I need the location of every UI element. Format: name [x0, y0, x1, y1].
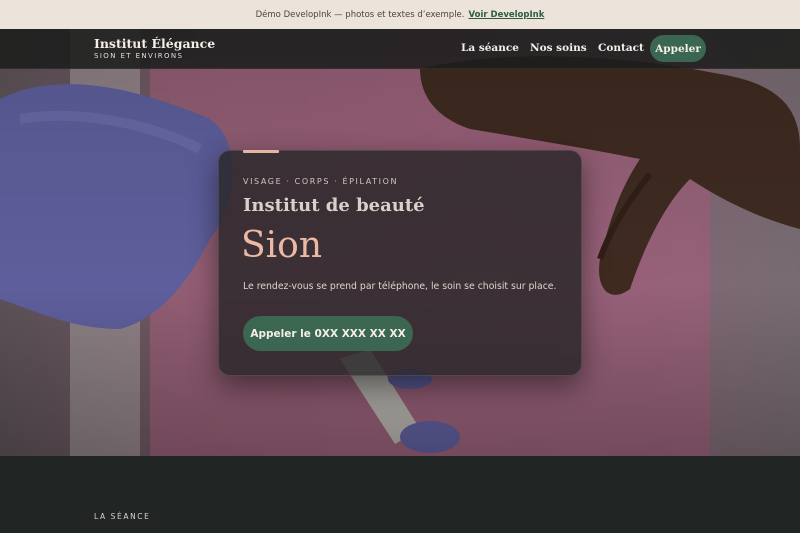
demo-banner-link[interactable]: Voir DevelopInk [469, 10, 545, 20]
nav-item-la-seance[interactable]: La séance [461, 42, 519, 54]
hero-call-button[interactable]: Appeler le 0XX XXX XX XX [243, 316, 413, 351]
hero-eyebrow: VISAGE · CORPS · ÉPILATION [243, 177, 399, 186]
top-navigation: Institut Élégance SION ET ENVIRONS La sé… [0, 29, 800, 69]
section-label: LA SÉANCE [94, 512, 151, 521]
demo-banner-text: Démo DevelopInk — photos et textes d’exe… [255, 9, 465, 20]
brand-logo[interactable]: Institut Élégance SION ET ENVIRONS [94, 36, 215, 61]
nav-item-contact[interactable]: Contact [598, 42, 644, 54]
nav-item-nos-soins[interactable]: Nos soins [530, 42, 587, 54]
brand-subtitle: SION ET ENVIRONS [94, 52, 184, 60]
seance-section: LA SÉANCE [0, 456, 800, 533]
card-accent-bar [243, 150, 279, 153]
brand-title: Institut Élégance [94, 36, 216, 51]
hero-city: Sion [241, 225, 323, 266]
nav-call-button[interactable]: Appeler [650, 35, 706, 62]
hero-card: VISAGE · CORPS · ÉPILATION Institut de b… [218, 150, 582, 376]
demo-banner: Démo DevelopInk — photos et textes d’exe… [0, 0, 800, 29]
hero-description: Le rendez-vous se prend par téléphone, l… [243, 281, 557, 292]
hero-title: Institut de beauté [243, 195, 425, 216]
